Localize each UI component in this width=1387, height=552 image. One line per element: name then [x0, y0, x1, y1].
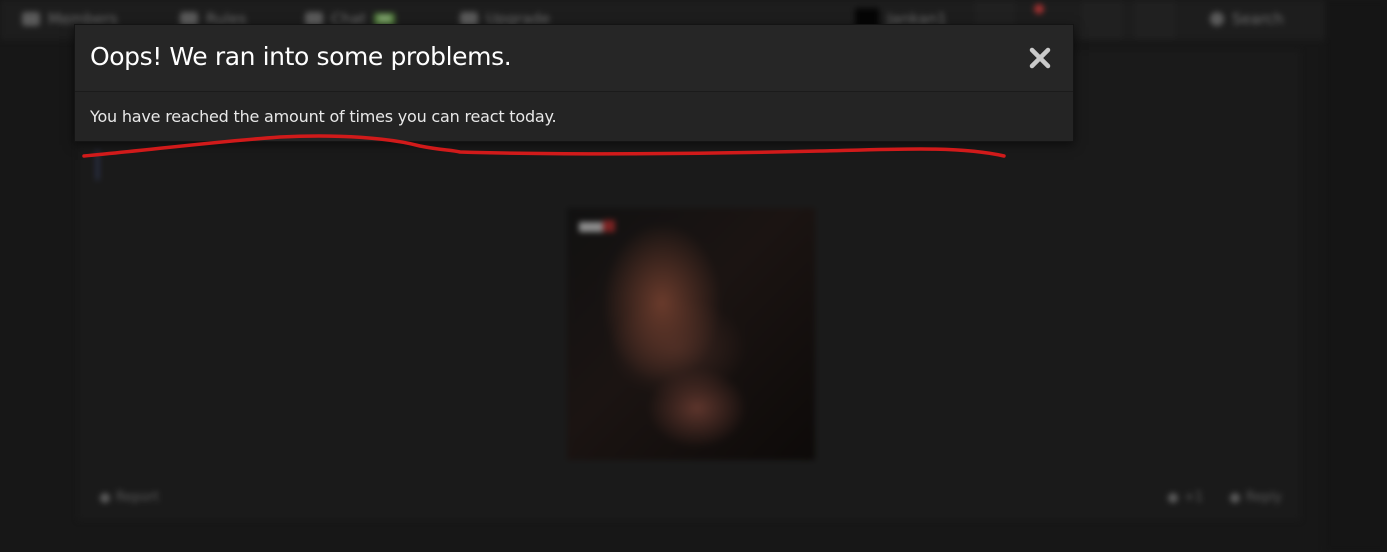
members-icon: [22, 12, 40, 26]
close-icon: [1029, 47, 1051, 69]
search-icon: [1210, 12, 1224, 26]
search-label: Search: [1232, 10, 1284, 28]
report-icon: [100, 492, 110, 503]
image-logo-mark: [603, 220, 615, 232]
like-button[interactable]: +1: [1168, 490, 1203, 505]
dialog-header: Oops! We ran into some problems.: [75, 25, 1073, 92]
search-button[interactable]: Search: [1210, 8, 1284, 30]
reply-label: Reply: [1246, 490, 1283, 505]
reply-button[interactable]: Reply: [1230, 490, 1282, 505]
right-gutter: [1325, 0, 1387, 552]
dialog-message: You have reached the amount of times you…: [90, 107, 557, 126]
error-dialog: Oops! We ran into some problems. You hav…: [74, 24, 1074, 142]
dialog-title: Oops! We ran into some problems.: [90, 42, 512, 71]
thumbs-up-icon: [1168, 492, 1178, 503]
quote-marker: [96, 150, 99, 180]
like-count: +1: [1184, 490, 1204, 505]
theme-toggle-button[interactable]: [1135, 0, 1175, 40]
post-image[interactable]: [567, 208, 815, 460]
alerts-button[interactable]: [1082, 0, 1122, 40]
report-link[interactable]: Report: [100, 490, 159, 505]
page: Members Rules Chat 99 Upgrade Jankan1 Se…: [0, 0, 1387, 552]
reply-icon: [1230, 492, 1240, 503]
notification-dot: [1034, 4, 1044, 14]
report-label: Report: [116, 490, 160, 505]
close-button[interactable]: [1025, 43, 1055, 73]
